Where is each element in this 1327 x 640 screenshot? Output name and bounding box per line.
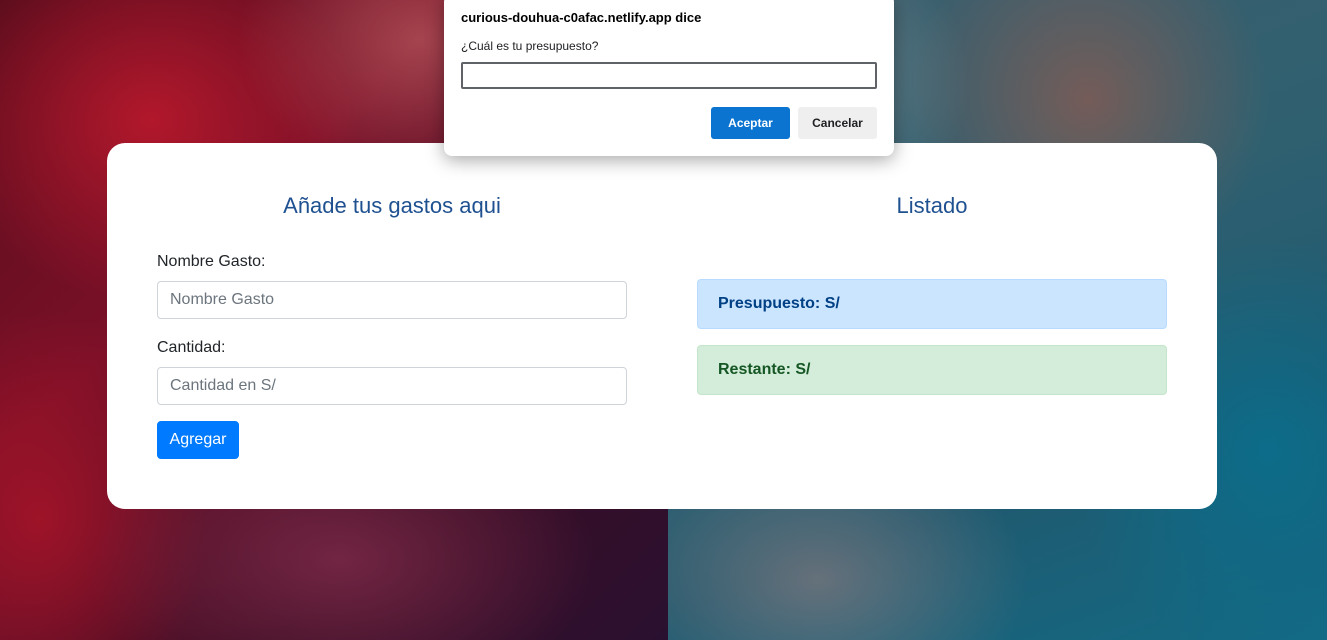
list-title: Listado <box>896 193 968 218</box>
add-expense-button[interactable]: Agregar <box>157 421 239 459</box>
cancel-button[interactable]: Cancelar <box>798 107 877 139</box>
remaining-alert: Restante: S/ <box>697 345 1167 395</box>
amount-label: Cantidad: <box>157 339 226 356</box>
dialog-message: ¿Cuál es tu presupuesto? <box>461 39 599 53</box>
expense-card: Añade tus gastos aqui Listado Nombre Gas… <box>107 143 1217 509</box>
accept-button[interactable]: Aceptar <box>711 107 790 139</box>
budget-alert: Presupuesto: S/ <box>697 279 1167 329</box>
budget-prompt-input[interactable] <box>461 62 877 89</box>
add-expenses-title: Añade tus gastos aqui <box>283 193 501 218</box>
amount-input[interactable] <box>157 367 627 405</box>
expense-name-input[interactable] <box>157 281 627 319</box>
expense-name-label: Nombre Gasto: <box>157 253 266 270</box>
budget-prompt-dialog: curious-douhua-c0afac.netlify.app dice ¿… <box>444 0 894 156</box>
dialog-origin-text: curious-douhua-c0afac.netlify.app dice <box>461 10 702 25</box>
